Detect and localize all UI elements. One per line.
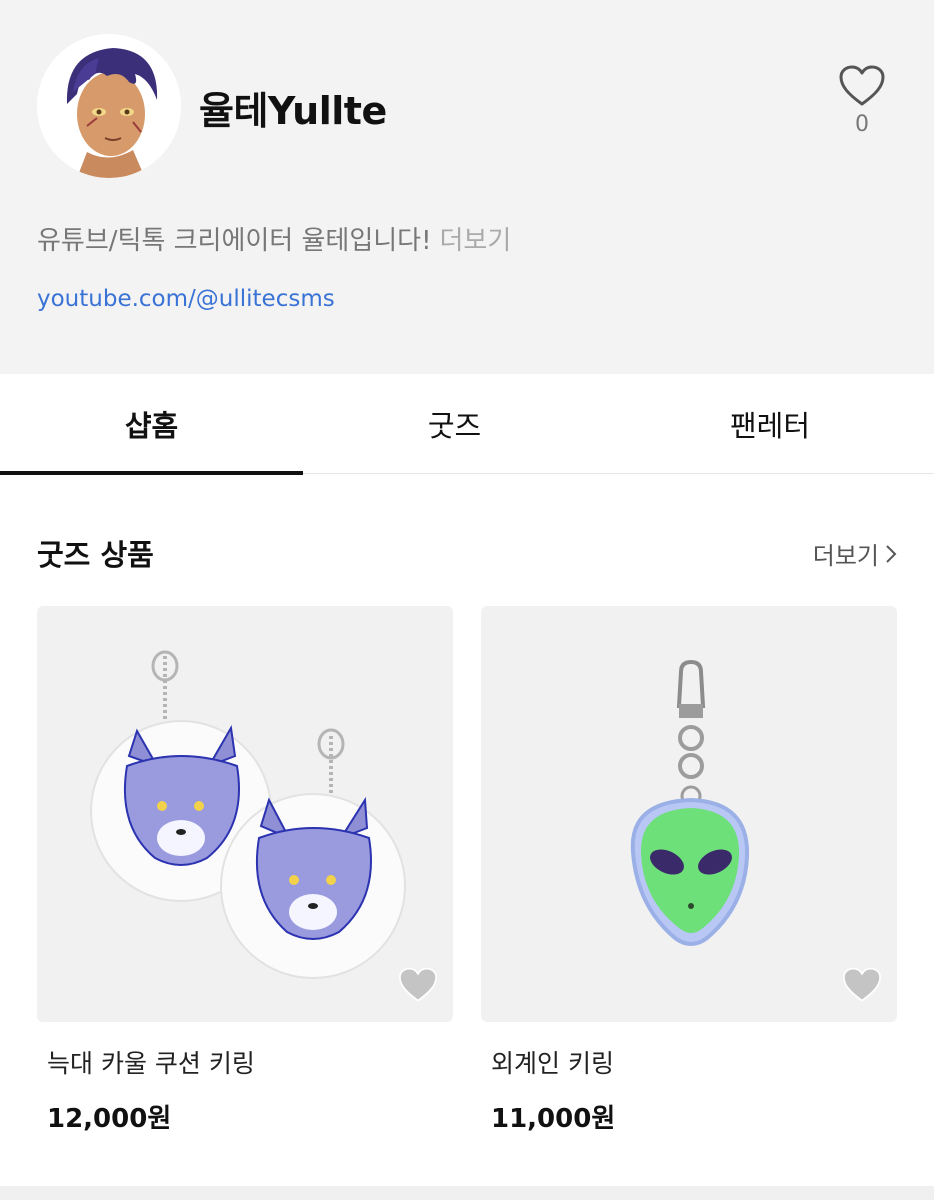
tab-shop-home[interactable]: 샵홈 xyxy=(0,374,303,475)
wolf-cushion-keyring-icon xyxy=(90,650,406,979)
wishlist-heart-button[interactable] xyxy=(841,966,883,1008)
product-card[interactable]: 늑대 카울 쿠션 키링 12,000원 xyxy=(37,606,453,1135)
product-image[interactable] xyxy=(481,606,897,1022)
profile-name: 율테Yullte xyxy=(199,89,387,133)
tab-fan-letter[interactable]: 팬레터 xyxy=(606,374,934,474)
product-image[interactable] xyxy=(37,606,453,1022)
heart-filled-icon xyxy=(398,967,438,1002)
heart-outline-icon xyxy=(839,65,885,106)
bio-more-link[interactable]: 더보기 xyxy=(440,226,512,256)
product-name[interactable]: 늑대 카울 쿠션 키링 xyxy=(47,1044,453,1080)
chevron-right-icon xyxy=(886,544,897,563)
like-count: 0 xyxy=(855,112,869,137)
tab-goods[interactable]: 굿즈 xyxy=(303,374,606,474)
heart-filled-icon xyxy=(842,967,882,1002)
alien-acrylic-keyring-icon xyxy=(630,659,750,946)
product-price: 12,000원 xyxy=(47,1104,172,1134)
profile-link[interactable]: youtube.com/@ullitecsms xyxy=(37,286,335,312)
avatar-portrait-icon xyxy=(37,34,181,178)
wishlist-heart-button[interactable] xyxy=(397,966,439,1008)
section-more-label: 더보기 xyxy=(812,542,879,570)
tab-bar: 샵홈 굿즈 팬레터 xyxy=(0,374,934,475)
section-divider xyxy=(0,1186,934,1200)
profile-header: 율테Yullte 0 유튜브/틱톡 크리에이터 율테입니다! 더보기 youtub… xyxy=(0,0,934,374)
section-more-link[interactable]: 더보기 xyxy=(813,536,897,571)
bio-text: 유튜브/틱톡 크리에이터 율테입니다! xyxy=(37,226,432,256)
product-name[interactable]: 외계인 키링 xyxy=(491,1044,897,1080)
product-price: 11,000원 xyxy=(491,1104,616,1134)
like-button[interactable]: 0 xyxy=(832,64,892,156)
section-title: 굿즈 상품 xyxy=(37,538,154,572)
profile-bio: 유튜브/틱톡 크리에이터 율테입니다! 더보기 xyxy=(37,220,511,257)
product-card[interactable]: 외계인 키링 11,000원 xyxy=(481,606,897,1135)
avatar[interactable] xyxy=(37,34,181,178)
